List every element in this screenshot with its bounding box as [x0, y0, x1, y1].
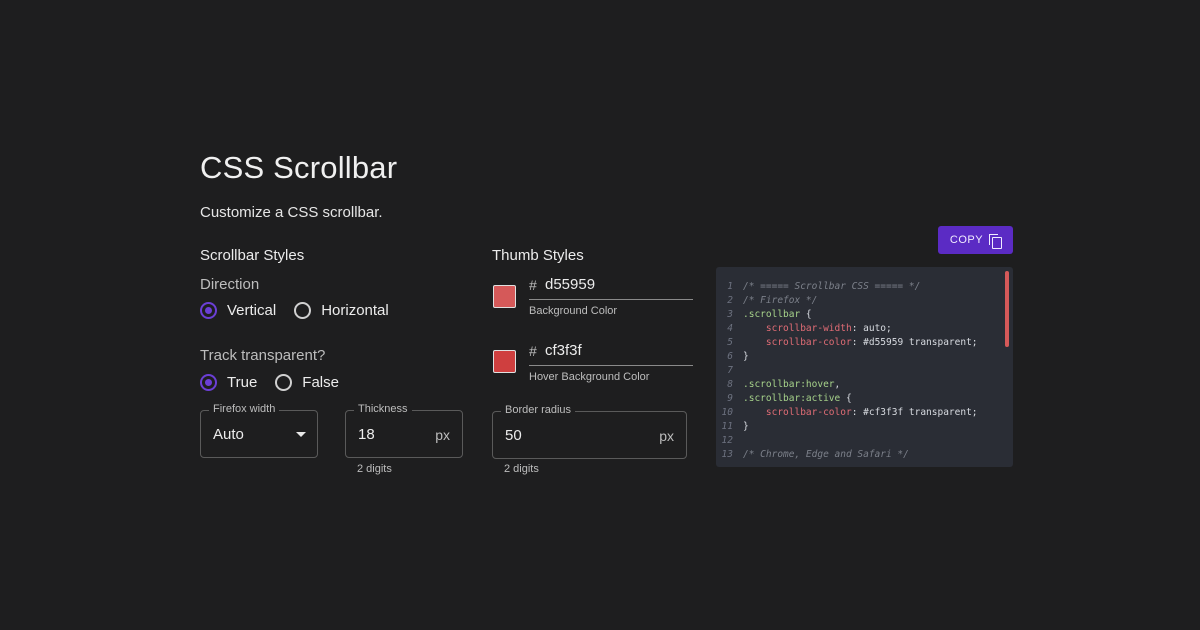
radio-vertical[interactable]: Vertical: [200, 302, 276, 319]
line-number: 5: [727, 337, 733, 348]
chevron-down-icon[interactable]: [296, 432, 306, 437]
code-token: : auto;: [851, 323, 892, 334]
track-transparent-label: Track transparent?: [200, 347, 326, 364]
code-line: 2 /* Firefox */: [716, 294, 978, 308]
code-token: {: [840, 393, 852, 404]
page-title: CSS Scrollbar: [200, 150, 398, 185]
thickness-suffix: px: [435, 427, 450, 443]
radio-true-label: True: [227, 374, 258, 391]
radio-horizontal[interactable]: Horizontal: [294, 302, 389, 319]
code-token: /* ===== Scrollbar CSS ===== */: [743, 281, 921, 292]
firefox-width-value: Auto: [213, 426, 244, 443]
code-token: {: [800, 309, 812, 320]
code-line: 11}: [716, 420, 978, 434]
code-token: }: [743, 421, 749, 432]
code-line: 1 /* ===== Scrollbar CSS ===== */: [716, 280, 978, 294]
radio-false-circle[interactable]: [275, 374, 293, 391]
code-line: 13 /* Chrome, Edge and Safari */: [716, 448, 978, 462]
hash-prefix: #: [529, 343, 537, 359]
thumb-hover-swatch[interactable]: [493, 350, 516, 373]
border-radius-value: 50: [505, 427, 522, 444]
code-line: 5 scrollbar-color: #d55959 transparent;: [716, 336, 978, 350]
copy-button-label: COPY: [949, 234, 984, 246]
code-token: }: [743, 351, 749, 362]
code-line: 12: [716, 434, 978, 448]
radio-false-label: False: [302, 374, 339, 391]
radio-true[interactable]: True: [200, 374, 257, 391]
scrollbar-styles-heading: Scrollbar Styles: [200, 247, 305, 264]
thickness-legend: Thickness: [354, 403, 412, 415]
code-line: 9 .scrollbar:active {: [716, 392, 978, 406]
code-lines: 1 /* ===== Scrollbar CSS ===== */ 2 /* Fire…: [716, 280, 978, 462]
thickness-input[interactable]: Thickness 18 px: [345, 403, 463, 458]
radio-vertical-label: Vertical: [227, 302, 277, 319]
direction-radio-group: Vertical Horizontal: [200, 302, 407, 319]
radio-vertical-circle[interactable]: [200, 302, 217, 319]
line-number: 8: [727, 379, 733, 390]
radio-true-circle[interactable]: [200, 374, 217, 391]
radio-horizontal-label: Horizontal: [321, 302, 389, 319]
code-token: .scrollbar: [743, 309, 801, 320]
line-number: 9: [727, 393, 733, 404]
hash-prefix: #: [529, 277, 537, 293]
direction-label: Direction: [200, 276, 260, 293]
copy-button[interactable]: COPY: [938, 226, 1013, 254]
code-token: scrollbar-color: [765, 337, 852, 348]
line-number: 12: [721, 435, 733, 446]
line-number: 3: [727, 309, 733, 320]
code-token: ,: [834, 379, 841, 390]
line-number: 4: [727, 323, 733, 334]
border-radius-legend: Border radius: [501, 404, 576, 416]
code-token: : #cf3f3f transparent;: [851, 407, 978, 418]
thumb-styles-heading: Thumb Styles: [492, 247, 584, 264]
code-line: 3 .scrollbar {: [716, 308, 978, 322]
code-token: /* Chrome, Edge and Safari */: [743, 449, 909, 460]
line-number: 11: [721, 421, 733, 432]
code-line: 7: [716, 364, 978, 378]
code-token: .scrollbar:active: [743, 393, 841, 404]
border-radius-helper: 2 digits: [504, 463, 539, 475]
firefox-width-select[interactable]: Firefox width Auto: [200, 403, 318, 458]
thickness-value: 18: [358, 426, 375, 443]
firefox-width-legend: Firefox width: [209, 403, 280, 415]
code-token: scrollbar-color: [765, 407, 852, 418]
line-number: 13: [721, 449, 733, 460]
line-number: 1: [727, 281, 733, 292]
thumb-hover-value: cf3f3f: [545, 342, 582, 359]
thumb-bg-swatch[interactable]: [493, 285, 516, 308]
thickness-helper: 2 digits: [357, 463, 392, 475]
code-line: 4 scrollbar-width: auto;: [716, 322, 978, 336]
border-radius-suffix: px: [659, 428, 674, 444]
code-token: scrollbar-width: [765, 323, 852, 334]
page-subtitle: Customize a CSS scrollbar.: [200, 204, 383, 221]
copy-icon: [989, 233, 1003, 249]
thumb-hover-color-input[interactable]: # cf3f3f: [529, 338, 693, 366]
line-number: 2: [727, 295, 733, 306]
line-number: 6: [727, 351, 733, 362]
thumb-bg-color-input[interactable]: # d55959: [529, 272, 693, 300]
thumb-bg-helper: Background Color: [529, 305, 618, 317]
code-panel[interactable]: 1 /* ===== Scrollbar CSS ===== */ 2 /* Fire…: [716, 267, 1013, 467]
thumb-bg-value: d55959: [545, 276, 596, 293]
line-number: 10: [721, 407, 733, 418]
code-token: : #d55959 transparent;: [851, 337, 978, 348]
code-token: /* Firefox */: [743, 295, 818, 306]
code-line: 10 scrollbar-color: #cf3f3f transparent;: [716, 406, 978, 420]
code-line: 8 .scrollbar:hover,: [716, 378, 978, 392]
radio-horizontal-circle[interactable]: [294, 302, 312, 319]
line-number: 7: [727, 365, 733, 376]
code-token: .scrollbar:hover: [743, 379, 835, 390]
border-radius-input[interactable]: Border radius 50 px: [492, 404, 687, 459]
code-scrollbar-thumb[interactable]: [1005, 271, 1009, 347]
track-radio-group: True False: [200, 374, 357, 391]
radio-false[interactable]: False: [275, 374, 339, 391]
code-line: 6}: [716, 350, 978, 364]
thumb-hover-helper: Hover Background Color: [529, 371, 650, 383]
